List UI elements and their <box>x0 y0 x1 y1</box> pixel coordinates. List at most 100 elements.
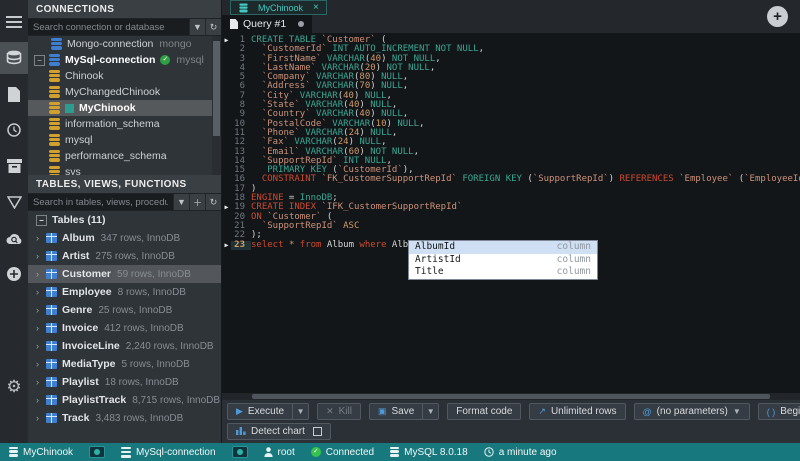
collapse-icon[interactable]: − <box>34 55 45 66</box>
add-circle-icon[interactable] <box>0 258 28 290</box>
statement-play-icon: ▶ <box>222 203 231 212</box>
save-dropdown-button[interactable]: ▼ <box>423 403 439 420</box>
chevron-right-icon[interactable]: › <box>36 395 46 405</box>
table-icon <box>46 305 57 315</box>
connection-item-information_schema[interactable]: information_schema <box>28 116 221 132</box>
connections-search-input[interactable] <box>28 19 189 35</box>
connection-color-badge[interactable] <box>232 446 248 458</box>
table-row-playlisttrack[interactable]: ›PlaylistTrack8,715 rows, InnoDB <box>28 391 221 409</box>
filter-triangle-icon[interactable] <box>0 186 28 218</box>
close-icon[interactable]: × <box>313 2 319 13</box>
suggestion-label: ArtistId <box>415 254 461 267</box>
detect-chart-button[interactable]: Detect chart <box>227 423 331 440</box>
filter-icon[interactable]: ▼ <box>173 194 189 210</box>
table-row-invoice[interactable]: ›Invoice412 rows, InnoDB <box>28 319 221 337</box>
connection-item-sys[interactable]: sys <box>28 164 221 175</box>
table-row-customer[interactable]: ›Customer59 rows, InnoDB <box>28 265 221 283</box>
chevron-right-icon[interactable]: › <box>36 233 46 243</box>
chevron-right-icon[interactable]: › <box>36 377 46 387</box>
connections-scrollbar[interactable] <box>212 36 221 175</box>
cloud-search-icon[interactable] <box>0 222 28 254</box>
table-row-artist[interactable]: ›Artist275 rows, InnoDB <box>28 247 221 265</box>
gutter-spacer <box>222 92 231 101</box>
table-row-album[interactable]: ›Album347 rows, InnoDB <box>28 229 221 247</box>
chevron-right-icon[interactable]: › <box>36 269 46 279</box>
status-connection[interactable]: MySql-connection <box>121 447 215 458</box>
chevron-right-icon[interactable]: › <box>36 251 46 261</box>
table-row-mediatype[interactable]: ›MediaType5 rows, InnoDB <box>28 355 221 373</box>
chevron-right-icon[interactable]: › <box>36 341 46 351</box>
format-code-button[interactable]: Format code <box>447 403 521 420</box>
database-icon <box>49 166 60 175</box>
table-icon <box>46 395 57 405</box>
connection-item-mychangedchinook[interactable]: MyChangedChinook <box>28 84 221 100</box>
chevron-right-icon[interactable]: › <box>36 287 46 297</box>
menu-icon[interactable] <box>0 6 28 38</box>
engine-label: mongo <box>159 38 191 50</box>
unlimited-rows-button[interactable]: ↗ Unlimited rows <box>529 403 625 420</box>
connection-item-mongo-connection[interactable]: Mongo-connectionmongo <box>28 36 221 52</box>
connection-item-mysql[interactable]: mysql <box>28 132 221 148</box>
status-database[interactable]: MyChinook <box>9 447 73 458</box>
table-row-invoiceline[interactable]: ›InvoiceLine2,240 rows, InnoDB <box>28 337 221 355</box>
chevron-right-icon[interactable]: › <box>36 413 46 423</box>
mysql-version-icon <box>390 447 399 458</box>
save-button[interactable]: ▣ Save <box>369 403 423 420</box>
begin-transaction-button[interactable]: ( ) Begin transaction <box>758 403 800 420</box>
code-text: CONSTRAINT `FK_CustomerSupportRepId` FOR… <box>251 175 800 184</box>
connection-item-mysql-connection[interactable]: −MySql-connection✓mysql <box>28 52 221 68</box>
editor-line-16[interactable]: 16 CONSTRAINT `FK_CustomerSupportRepId` … <box>222 175 800 184</box>
editor-line-21[interactable]: 21 `SupportRepId` ASC <box>222 222 800 231</box>
connection-item-chinook[interactable]: Chinook <box>28 68 221 84</box>
gutter-spacer <box>222 185 231 194</box>
tables-search-input[interactable] <box>28 194 173 210</box>
database-color-badge[interactable] <box>89 446 105 458</box>
engine-label: mysql <box>176 54 203 66</box>
table-row-employee[interactable]: ›Employee8 rows, InnoDB <box>28 283 221 301</box>
detect-chart-checkbox[interactable] <box>313 427 322 436</box>
history-icon[interactable] <box>0 114 28 146</box>
database-icon[interactable] <box>0 42 28 74</box>
query-tab-label: Query #1 <box>243 18 286 30</box>
app-window: ⚙ CONNECTIONS ▼ ↻ Mongo-connectionmongo−… <box>0 0 800 461</box>
table-row-genre[interactable]: ›Genre25 rows, InnoDB <box>28 301 221 319</box>
refresh-icon[interactable]: ↻ <box>205 194 221 210</box>
execute-dropdown-button[interactable]: ▼ <box>293 403 309 420</box>
autocomplete-item-albumid[interactable]: AlbumIdcolumn <box>409 241 597 254</box>
parameters-button[interactable]: @ (no parameters) ▼ <box>634 403 750 420</box>
chevron-right-icon[interactable]: › <box>36 359 46 369</box>
file-icon[interactable] <box>0 78 28 110</box>
filter-icon[interactable]: ▼ <box>189 19 205 35</box>
new-tab-button[interactable]: + <box>767 6 788 27</box>
autocomplete-item-artistid[interactable]: ArtistIdcolumn <box>409 254 597 267</box>
scrollbar-thumb[interactable] <box>252 394 770 399</box>
gear-icon[interactable]: ⚙ <box>0 371 28 403</box>
database-group-tab[interactable]: MyChinook × <box>230 0 327 15</box>
table-name: PlaylistTrack <box>62 394 126 406</box>
archive-icon[interactable] <box>0 150 28 182</box>
add-icon[interactable]: ＋ <box>189 194 205 210</box>
connection-item-performance_schema[interactable]: performance_schema <box>28 148 221 164</box>
editor-toolbar: ▶ Execute ▼ ✕ Kill ▣ Save ▼ <box>222 400 800 443</box>
tables-group-row[interactable]: − Tables (11) <box>28 211 221 229</box>
gutter-spacer <box>222 148 231 157</box>
refresh-icon[interactable]: ↻ <box>205 19 221 35</box>
execute-button[interactable]: ▶ Execute <box>227 403 293 420</box>
file-icon <box>230 19 238 29</box>
tab-query-1[interactable]: Query #1 <box>222 15 312 33</box>
connection-item-mychinook[interactable]: MyChinook <box>28 100 221 116</box>
chevron-right-icon[interactable]: › <box>36 305 46 315</box>
horizontal-scrollbar[interactable] <box>222 393 800 400</box>
table-meta: 3,483 rows, InnoDB <box>95 413 183 424</box>
table-row-playlist[interactable]: ›Playlist18 rows, InnoDB <box>28 373 221 391</box>
chevron-right-icon[interactable]: › <box>36 323 46 333</box>
autocomplete-item-title[interactable]: Titlecolumn <box>409 266 597 279</box>
kill-button[interactable]: ✕ Kill <box>317 403 361 420</box>
table-meta: 275 rows, InnoDB <box>95 251 175 262</box>
table-row-track[interactable]: ›Track3,483 rows, InnoDB <box>28 409 221 427</box>
gutter-spacer <box>222 194 231 203</box>
collapse-icon[interactable]: − <box>36 215 47 226</box>
sql-editor[interactable]: ▶1CREATE TABLE `Customer` (2 `CustomerId… <box>222 33 800 393</box>
scrollbar-thumb[interactable] <box>213 41 220 136</box>
suggestion-label: Title <box>415 266 444 279</box>
